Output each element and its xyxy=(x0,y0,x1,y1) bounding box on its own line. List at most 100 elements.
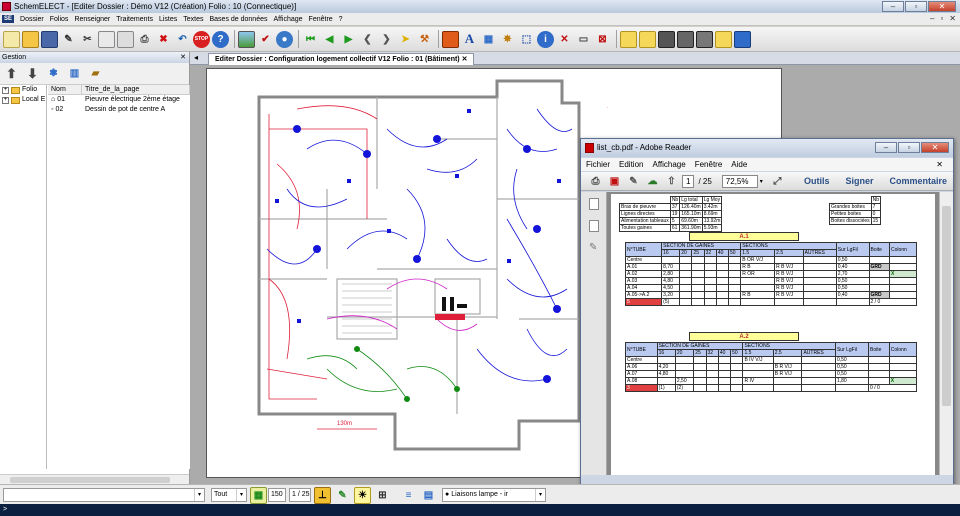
bookmarks-icon[interactable] xyxy=(589,220,599,232)
refresh-icon[interactable]: ❃ xyxy=(45,65,62,82)
adobe-outils-link[interactable]: Outils xyxy=(804,176,830,186)
grid-toggle-icon[interactable]: ▦ xyxy=(250,487,267,504)
frame-icon[interactable]: ⬚ xyxy=(518,31,535,48)
expand-icon[interactable]: + xyxy=(2,96,9,104)
page-row[interactable]: ⌂ 01 Pieuvre électrique 2ème étage xyxy=(48,95,190,105)
tab-close-icon[interactable]: ✕ xyxy=(462,56,468,63)
adobe-document-view[interactable]: Nb Lg total Lg Moy Bras de pieuvre 37 126.40… xyxy=(607,192,939,475)
next-page-icon[interactable]: ▶ xyxy=(340,31,357,48)
open-icon[interactable]: ▰ xyxy=(87,65,104,82)
check-icon[interactable]: ✔ xyxy=(257,31,274,48)
adobe-menu-edition[interactable]: Edition xyxy=(614,158,647,171)
adobe-menu-affichage[interactable]: Affichage xyxy=(647,158,689,171)
copy-icon[interactable] xyxy=(98,30,115,48)
tool-icon[interactable]: ⚒ xyxy=(416,31,433,48)
adobe-menu-fichier[interactable]: Fichier xyxy=(581,158,614,171)
chevron-down-icon[interactable]: ▾ xyxy=(236,489,246,501)
edit-pen-icon[interactable]: ✎ xyxy=(60,31,77,48)
menu-textes[interactable]: Textes xyxy=(180,16,206,23)
snap-icon[interactable]: ⊞ xyxy=(374,487,391,504)
maximize-button[interactable]: ▫ xyxy=(905,1,927,12)
chevron-down-icon[interactable]: ▾ xyxy=(194,489,204,501)
column-nom[interactable]: Nom xyxy=(48,85,82,94)
adobe-cloud-icon[interactable]: ☁ xyxy=(644,173,661,190)
print-icon[interactable]: ⎙ xyxy=(136,31,153,48)
document-tab[interactable]: Editer Dossier : Configuration logement … xyxy=(208,53,475,65)
columns-icon[interactable]: ▥ xyxy=(66,65,83,82)
save-icon[interactable] xyxy=(41,30,58,48)
menu-help[interactable]: ? xyxy=(336,16,346,23)
transport-icon[interactable]: ▤ xyxy=(420,487,437,504)
column-titre[interactable]: Titre_de_la_page xyxy=(82,85,190,94)
text-icon[interactable]: A xyxy=(461,31,478,48)
menu-renseigner[interactable]: Renseigner xyxy=(71,16,113,23)
adobe-page-input[interactable]: 1 xyxy=(682,174,695,188)
adobe-commentaire-link[interactable]: Commentaire xyxy=(889,176,947,186)
info-icon[interactable]: i xyxy=(537,30,554,48)
adobe-close-button[interactable]: ✕ xyxy=(921,142,949,153)
tree-node-local[interactable]: + Local E xyxy=(0,95,46,105)
component-icon[interactable] xyxy=(442,30,459,48)
cut-icon[interactable]: ✂ xyxy=(79,31,96,48)
layer-select[interactable]: ● Liaisons lampe - ir ▾ xyxy=(442,488,546,502)
layer-icon[interactable]: ⊥ xyxy=(314,487,331,504)
minimize-button[interactable]: – xyxy=(882,1,904,12)
adobe-menu-aide[interactable]: Aide xyxy=(726,158,751,171)
delete-icon[interactable]: ✖ xyxy=(155,31,172,48)
zoom-value[interactable]: 150 xyxy=(268,488,286,502)
expand-icon[interactable]: + xyxy=(2,86,9,94)
gestion-close-icon[interactable]: ✕ xyxy=(180,52,186,63)
mdi-close-button[interactable]: ✕ xyxy=(949,14,956,23)
dialog-icon[interactable]: ● xyxy=(276,30,293,48)
stack-icon[interactable]: ≡ xyxy=(400,487,417,504)
list-icon[interactable] xyxy=(696,30,713,48)
database-icon[interactable] xyxy=(658,30,675,48)
close-button[interactable]: ✕ xyxy=(928,1,956,12)
table-icon[interactable] xyxy=(677,30,694,48)
adobe-vertical-scrollbar[interactable] xyxy=(939,192,953,475)
mdi-restore-button[interactable]: ▫ xyxy=(940,14,943,23)
paste-icon[interactable] xyxy=(117,30,134,48)
delete-sheet-icon[interactable]: ⊠ xyxy=(594,31,611,48)
menu-fenetre[interactable]: Fenêtre xyxy=(306,16,336,23)
pointer-icon[interactable]: ➤ xyxy=(397,31,414,48)
folder-info-icon[interactable] xyxy=(715,30,732,48)
adobe-edit-icon[interactable]: ✎ xyxy=(625,173,642,190)
mdi-minimize-button[interactable]: – xyxy=(930,14,934,23)
adobe-signer-link[interactable]: Signer xyxy=(845,176,873,186)
back-icon[interactable]: ❮ xyxy=(359,31,376,48)
adobe-minimize-button[interactable]: – xyxy=(875,142,897,153)
forward-icon[interactable]: ❯ xyxy=(378,31,395,48)
menu-traitements[interactable]: Traitements xyxy=(113,16,156,23)
attachment-icon[interactable]: ✎ xyxy=(589,242,599,254)
adobe-page-up-icon[interactable]: ⇧ xyxy=(663,173,680,190)
undo-icon[interactable]: ↶ xyxy=(174,31,191,48)
open-folder-icon[interactable] xyxy=(22,30,39,48)
menu-folios[interactable]: Folios xyxy=(47,16,72,23)
grid-icon[interactable]: ▦ xyxy=(480,31,497,48)
tab-scroll-left-icon[interactable]: ◂ xyxy=(194,53,198,62)
chevron-down-icon[interactable]: ▾ xyxy=(535,489,545,501)
page-row[interactable]: ◦ 02 Dessin de pot de centre A xyxy=(48,105,190,115)
previous-page-icon[interactable]: ◀ xyxy=(321,31,338,48)
tree-node-folio[interactable]: + Folio xyxy=(0,85,46,95)
chevron-down-icon[interactable]: ▾ xyxy=(760,178,763,185)
adobe-create-icon[interactable]: ▣ xyxy=(606,173,623,190)
new-document-icon[interactable] xyxy=(3,30,20,48)
properties-icon[interactable] xyxy=(734,30,751,48)
command-input[interactable]: ▾ xyxy=(3,488,205,502)
adobe-print-icon[interactable]: ⎙ xyxy=(587,173,604,190)
cross-icon[interactable]: ✕ xyxy=(556,31,573,48)
scrollbar-thumb[interactable] xyxy=(10,477,170,483)
menu-bases-de-donnees[interactable]: Bases de données xyxy=(206,16,270,23)
gestion-horizontal-scrollbar[interactable] xyxy=(0,474,189,484)
adobe-maximize-button[interactable]: ▫ xyxy=(898,142,920,153)
move-up-icon[interactable]: ⬆ xyxy=(3,65,20,82)
lightbulb-icon[interactable]: ☀ xyxy=(354,487,371,504)
thumbnails-icon[interactable] xyxy=(589,198,599,210)
adobe-menu-fenetre[interactable]: Fenêtre xyxy=(690,158,727,171)
adobe-fit-icon[interactable]: ⤢ xyxy=(769,173,786,190)
stop-icon[interactable]: STOP xyxy=(193,30,210,48)
pencil-icon[interactable]: ✎ xyxy=(334,487,351,504)
menu-affichage[interactable]: Affichage xyxy=(270,16,305,23)
